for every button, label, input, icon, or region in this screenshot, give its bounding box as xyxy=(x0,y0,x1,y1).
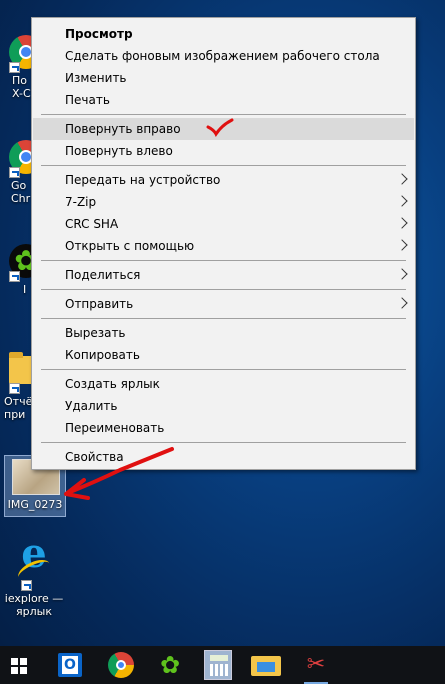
menu-item-label: Повернуть влево xyxy=(65,144,173,158)
menu-item-open-with[interactable]: Открыть с помощью xyxy=(33,235,414,257)
menu-item-label: Сделать фоновым изображением рабочего ст… xyxy=(65,49,380,63)
menu-item-share[interactable]: Поделиться xyxy=(33,264,414,286)
menu-item-crc-sha[interactable]: CRC SHA xyxy=(33,213,414,235)
menu-item-create-shortcut[interactable]: Создать ярлык xyxy=(33,373,414,395)
chevron-right-icon xyxy=(396,195,408,207)
chevron-right-icon xyxy=(396,239,408,251)
menu-item-label: Передать на устройство xyxy=(65,173,221,187)
desktop-icon-label: IMG_0273 xyxy=(7,498,63,511)
icq-icon[interactable] xyxy=(155,650,185,680)
menu-item-label: Повернуть вправо xyxy=(65,122,181,136)
menu-separator xyxy=(41,260,406,261)
menu-item-label: Создать ярлык xyxy=(65,377,160,391)
menu-item-label: Открыть с помощью xyxy=(65,239,195,253)
menu-separator xyxy=(41,114,406,115)
chevron-right-icon xyxy=(396,217,408,229)
taskbar xyxy=(0,646,445,684)
menu-item-label: Отправить xyxy=(65,297,134,311)
desktop-icon-iexplore[interactable]: iexplore — ярлык xyxy=(0,547,68,618)
menu-item-label: Печать xyxy=(65,93,110,107)
file-explorer-icon[interactable] xyxy=(251,656,281,676)
menu-item-copy[interactable]: Копировать xyxy=(33,344,414,366)
menu-item-label: 7-Zip xyxy=(65,195,97,209)
desktop-icon-label: iexplore — ярлык xyxy=(4,592,64,618)
calculator-icon[interactable] xyxy=(204,650,232,680)
menu-item-edit[interactable]: Изменить xyxy=(33,67,414,89)
internet-explorer-icon xyxy=(16,547,52,591)
desktop[interactable]: По X-C Go Chr I Отчё при IMG_0273 iexplo… xyxy=(0,0,445,646)
menu-separator xyxy=(41,442,406,443)
arrow-head-annotation xyxy=(64,478,90,500)
chevron-right-icon xyxy=(396,297,408,309)
chrome-icon[interactable] xyxy=(108,652,134,678)
menu-item-label: Копировать xyxy=(65,348,140,362)
menu-item-set-wallpaper[interactable]: Сделать фоновым изображением рабочего ст… xyxy=(33,45,414,67)
menu-item-send-to[interactable]: Отправить xyxy=(33,293,414,315)
menu-item-label: Свойства xyxy=(65,450,124,464)
menu-item-label: CRC SHA xyxy=(65,217,119,231)
menu-item-delete[interactable]: Удалить xyxy=(33,395,414,417)
menu-item-view[interactable]: Просмотр xyxy=(33,23,414,45)
menu-item-cut[interactable]: Вырезать xyxy=(33,322,414,344)
menu-item-properties[interactable]: Свойства xyxy=(33,446,414,468)
menu-item-rotate-left[interactable]: Повернуть влево xyxy=(33,140,414,162)
menu-item-label: Изменить xyxy=(65,71,127,85)
snipping-tool-icon[interactable] xyxy=(301,650,331,684)
outlook-icon[interactable] xyxy=(58,653,82,677)
menu-separator xyxy=(41,369,406,370)
menu-item-print[interactable]: Печать xyxy=(33,89,414,111)
menu-item-label: Удалить xyxy=(65,399,118,413)
menu-item-label: Вырезать xyxy=(65,326,126,340)
chevron-right-icon xyxy=(396,268,408,280)
chevron-right-icon xyxy=(396,173,408,185)
menu-separator xyxy=(41,318,406,319)
menu-separator xyxy=(41,165,406,166)
menu-item-cast-to-device[interactable]: Передать на устройство xyxy=(33,169,414,191)
menu-item-rename[interactable]: Переименовать xyxy=(33,417,414,439)
menu-item-label: Просмотр xyxy=(65,27,133,41)
start-button[interactable] xyxy=(11,658,27,674)
context-menu: Просмотр Сделать фоновым изображением ра… xyxy=(31,17,416,470)
menu-separator xyxy=(41,289,406,290)
menu-item-rotate-right[interactable]: Повернуть вправо xyxy=(33,118,414,140)
menu-item-label: Поделиться xyxy=(65,268,141,282)
menu-item-7zip[interactable]: 7-Zip xyxy=(33,191,414,213)
menu-item-label: Переименовать xyxy=(65,421,165,435)
